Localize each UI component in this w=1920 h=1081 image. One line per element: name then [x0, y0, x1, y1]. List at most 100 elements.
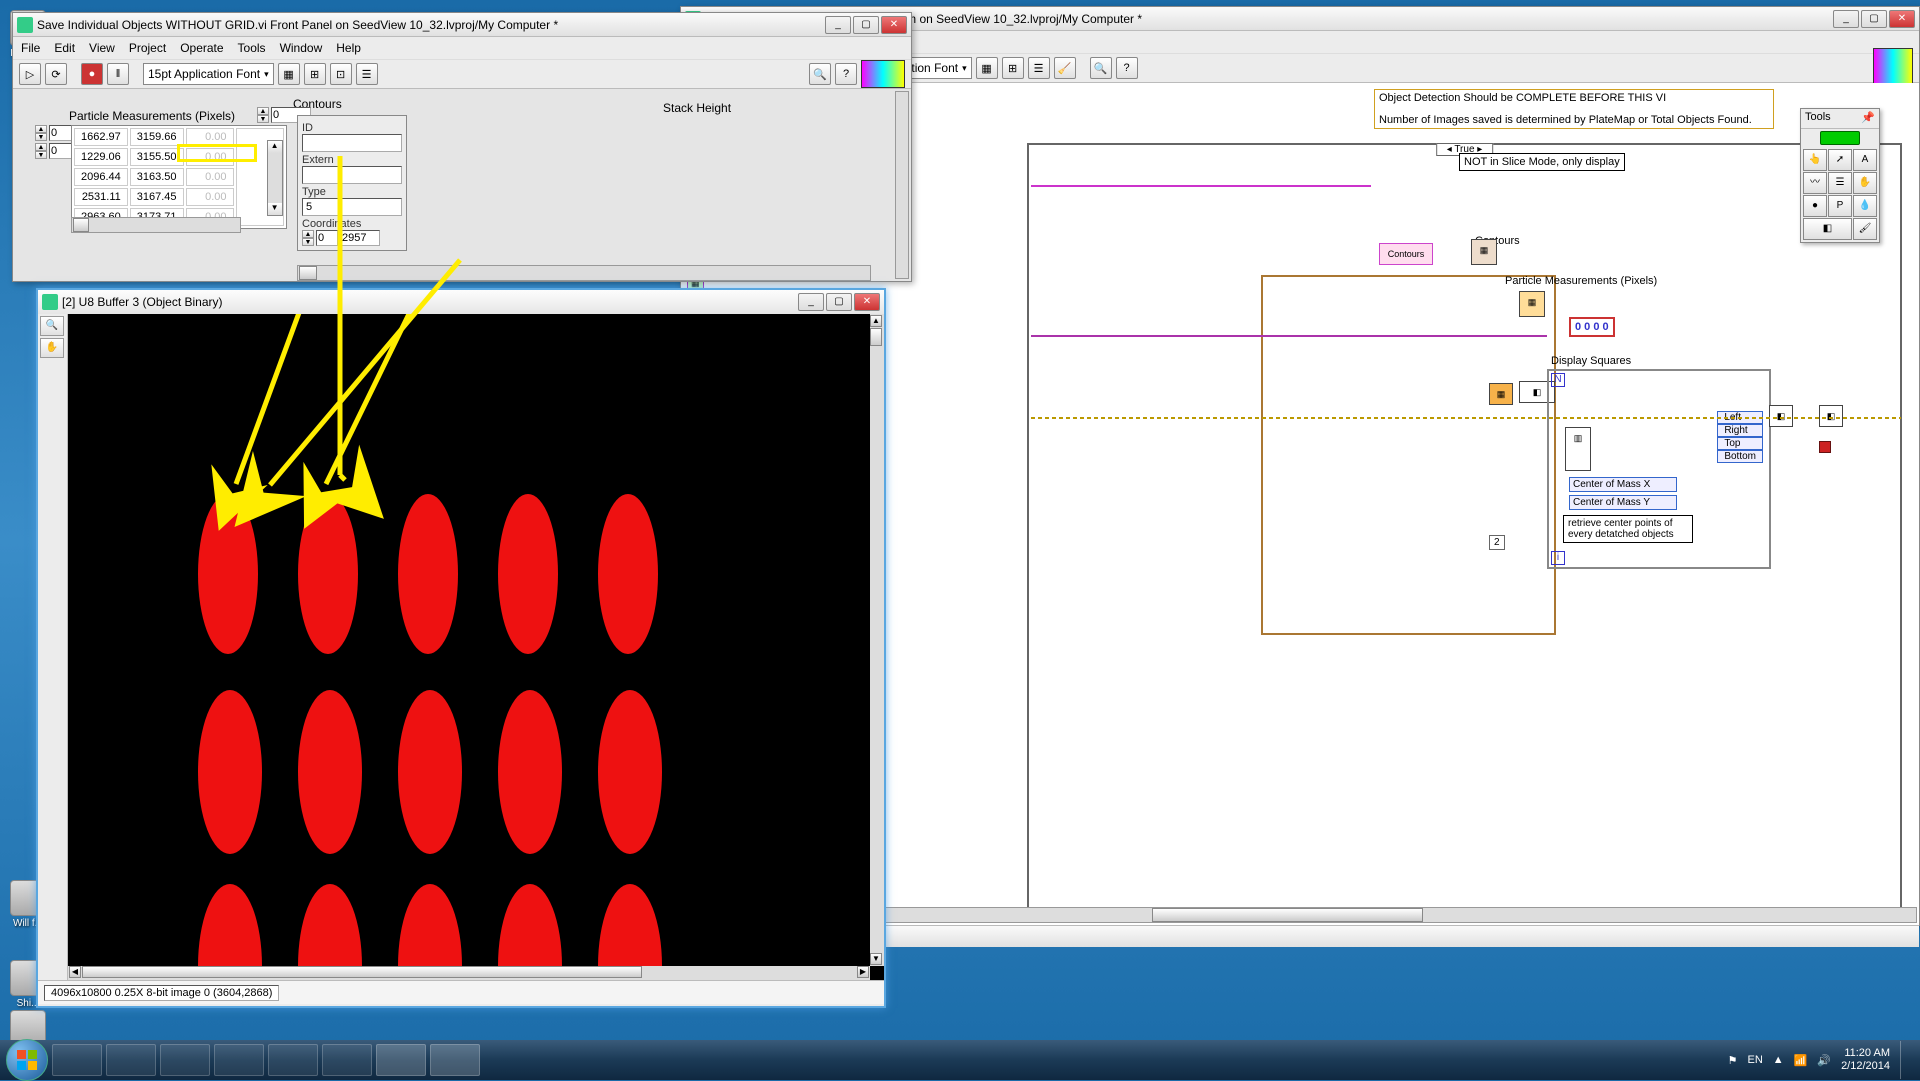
- fp-vscroll[interactable]: [895, 91, 909, 279]
- tools-auto-led[interactable]: [1820, 131, 1860, 145]
- hand-tool[interactable]: ✋: [40, 338, 64, 358]
- tools-palette[interactable]: Tools📌 👆 ➚ A 〰 ☰ ✋ ● P 💧 ◧ 🖌: [1800, 108, 1880, 243]
- dir-bottom[interactable]: Bottom: [1717, 450, 1763, 463]
- tool-position[interactable]: ➚: [1828, 149, 1852, 171]
- img-hscroll-thumb[interactable]: [82, 966, 642, 978]
- img-vscroll[interactable]: ▲ ▼: [870, 314, 884, 966]
- fp-distribute-button[interactable]: ⊞: [304, 63, 326, 85]
- task-chrome[interactable]: [268, 1044, 318, 1076]
- img-close-button[interactable]: ✕: [854, 293, 880, 311]
- align-button[interactable]: ▦: [976, 57, 998, 79]
- tool-color-fg[interactable]: ◧: [1803, 218, 1852, 240]
- fp-canvas[interactable]: Particle Measurements (Pixels) ▲▼ ▲▼ 166…: [13, 89, 911, 281]
- tray-network-icon[interactable]: 📶: [1794, 1054, 1808, 1067]
- fp-search-button[interactable]: 🔍: [809, 63, 831, 85]
- constant-2[interactable]: 2: [1489, 535, 1505, 550]
- fp-menu-project[interactable]: Project: [129, 41, 166, 55]
- cell-1-2[interactable]: 0.00: [186, 148, 234, 166]
- taskbar[interactable]: ⚑ EN ▲ 📶 🔊 11:20 AM 2/12/2014: [0, 1040, 1920, 1080]
- img-minimize-button[interactable]: _: [798, 293, 824, 311]
- cell-0-1[interactable]: 3159.66: [130, 128, 184, 146]
- task-labview2[interactable]: [430, 1044, 480, 1076]
- bd-hscroll-thumb[interactable]: [1152, 908, 1423, 922]
- tool-color-copy[interactable]: 💧: [1853, 195, 1877, 217]
- tools-pin-icon[interactable]: 📌: [1861, 111, 1875, 126]
- fp-help-button[interactable]: ?: [835, 63, 857, 85]
- vi-icon[interactable]: [1873, 48, 1913, 88]
- img-titlebar[interactable]: [2] U8 Buffer 3 (Object Binary) _ ▢ ✕: [38, 290, 884, 314]
- cell-2-0[interactable]: 2096.44: [74, 168, 128, 186]
- img-maximize-button[interactable]: ▢: [826, 293, 852, 311]
- cell-1-1[interactable]: 3155.50: [130, 148, 184, 166]
- fp-minimize-button[interactable]: _: [825, 16, 851, 34]
- dir-right[interactable]: Right: [1717, 424, 1763, 437]
- tool-popup[interactable]: ☰: [1828, 172, 1852, 194]
- fp-menu-edit[interactable]: Edit: [54, 41, 75, 55]
- task-explorer[interactable]: [52, 1044, 102, 1076]
- cell-2-1[interactable]: 3163.50: [130, 168, 184, 186]
- zoom-tool[interactable]: 🔍: [40, 316, 64, 336]
- task-paint[interactable]: [214, 1044, 264, 1076]
- fp-pause-button[interactable]: ‖: [107, 63, 129, 85]
- task-labview1[interactable]: [376, 1044, 426, 1076]
- tray-date[interactable]: 2/12/2014: [1841, 1060, 1890, 1073]
- img-hscroll[interactable]: ◀ ▶: [68, 966, 870, 980]
- tray-lang[interactable]: EN: [1747, 1054, 1762, 1066]
- cell-1-0[interactable]: 1229.06: [74, 148, 128, 166]
- contours-indicator[interactable]: ▦: [1471, 239, 1497, 265]
- fp-menu-window[interactable]: Window: [280, 41, 323, 55]
- unbundle-node[interactable]: ▥: [1565, 427, 1591, 471]
- search-button[interactable]: 🔍: [1090, 57, 1112, 79]
- pm-indicator[interactable]: ▦: [1519, 291, 1545, 317]
- fp-close-button[interactable]: ✕: [881, 16, 907, 34]
- tool-scroll[interactable]: ✋: [1853, 172, 1877, 194]
- fp-run-cont-button[interactable]: ⟳: [45, 63, 67, 85]
- distribute-button[interactable]: ⊞: [1002, 57, 1024, 79]
- fp-align-button[interactable]: ▦: [278, 63, 300, 85]
- cell-0-0[interactable]: 1662.97: [74, 128, 128, 146]
- fp-run-button[interactable]: ▷: [19, 63, 41, 85]
- fp-menu-view[interactable]: View: [89, 41, 115, 55]
- help-button[interactable]: ?: [1116, 57, 1138, 79]
- tool-paint[interactable]: 🖌: [1853, 218, 1877, 240]
- tool-text[interactable]: A: [1853, 149, 1877, 171]
- close-button[interactable]: ✕: [1889, 10, 1915, 28]
- img-canvas[interactable]: ▲ ▼ ◀ ▶: [68, 314, 884, 980]
- minimize-button[interactable]: _: [1833, 10, 1859, 28]
- contours-terminal[interactable]: Contours: [1379, 243, 1433, 265]
- cell-0-2[interactable]: 0.00: [186, 128, 234, 146]
- start-button[interactable]: [6, 1039, 48, 1081]
- cell-3-2[interactable]: 0.00: [186, 188, 234, 206]
- show-desktop-button[interactable]: [1900, 1041, 1908, 1079]
- fp-maximize-button[interactable]: ▢: [853, 16, 879, 34]
- cell-2-2[interactable]: 0.00: [186, 168, 234, 186]
- seq-frame-1[interactable]: ▦ ◧ 2 Center of Mass X Center of Mass Y …: [1261, 275, 1556, 635]
- fp-menu-file[interactable]: File: [21, 41, 40, 55]
- tool-wire[interactable]: 〰: [1803, 172, 1827, 194]
- overlay-node-1[interactable]: ◧: [1769, 405, 1793, 427]
- fp-menu-operate[interactable]: Operate: [180, 41, 223, 55]
- node-bundle1[interactable]: ▦: [1489, 383, 1513, 405]
- contour-cluster-4[interactable]: IDExternType5Coordinates▲▼: [297, 115, 407, 251]
- task-folder[interactable]: [322, 1044, 372, 1076]
- maximize-button[interactable]: ▢: [1861, 10, 1887, 28]
- fp-resize-button[interactable]: ⊡: [330, 63, 352, 85]
- img-vscroll-thumb[interactable]: [870, 328, 882, 346]
- array-indicator[interactable]: 0 0 0 0: [1569, 317, 1615, 337]
- table-vscroll[interactable]: ▲▼: [267, 140, 283, 216]
- clusters-hscroll[interactable]: [297, 265, 871, 281]
- task-media[interactable]: [106, 1044, 156, 1076]
- fp-titlebar[interactable]: Save Individual Objects WITHOUT GRID.vi …: [13, 13, 911, 37]
- tool-break[interactable]: ●: [1803, 195, 1827, 217]
- fp-abort-button[interactable]: ●: [81, 63, 103, 85]
- tray-volume-icon[interactable]: 🔊: [1817, 1054, 1831, 1067]
- dir-top[interactable]: Top: [1717, 437, 1763, 450]
- overlay-node-2[interactable]: ◧: [1819, 405, 1843, 427]
- task-notepad[interactable]: [160, 1044, 210, 1076]
- fp-menu-help[interactable]: Help: [336, 41, 361, 55]
- for-loop[interactable]: N i ▥ Left Right Top Bottom: [1547, 369, 1771, 569]
- cleanup-button[interactable]: 🧹: [1054, 57, 1076, 79]
- cell-3-1[interactable]: 3167.45: [130, 188, 184, 206]
- case-structure[interactable]: ◂ True ▸ NOT in Slice Mode, only display…: [1027, 143, 1902, 913]
- fp-vi-icon[interactable]: [861, 60, 905, 88]
